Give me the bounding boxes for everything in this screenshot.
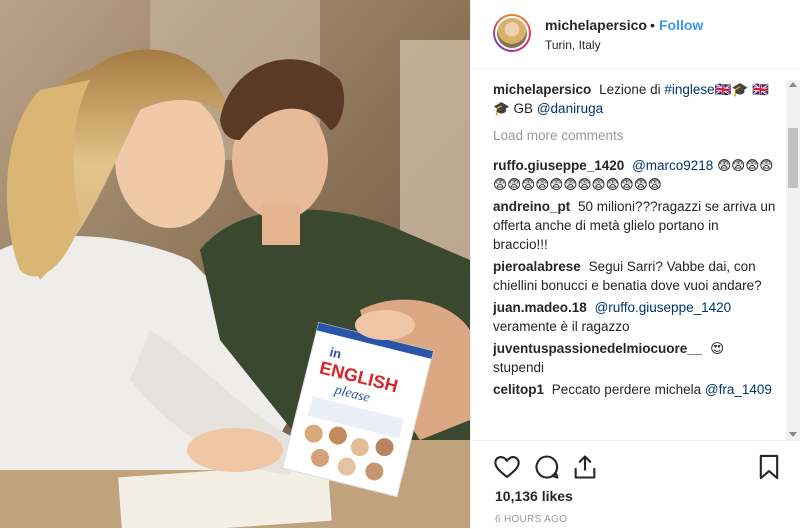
header-separator: • — [650, 17, 655, 33]
comment-username[interactable]: juan.madeo.18 — [493, 300, 587, 315]
caption: michelapersico Lezione di #inglese🇬🇧🎓 🇬🇧… — [493, 80, 777, 118]
post-photo[interactable]: in ENGLISH please — [0, 0, 470, 528]
post-actions: 10,136 likes 6 HOURS AGO — [471, 440, 800, 529]
comment-text: veramente è il ragazzo — [493, 319, 630, 334]
comment-item: juventuspassionedelmiocuore__ 😍 stupendi — [493, 339, 777, 377]
comments-list[interactable]: michelapersico Lezione di #inglese🇬🇧🎓 🇬🇧… — [493, 80, 777, 438]
share-icon[interactable] — [571, 453, 599, 481]
avatar-image — [497, 18, 527, 48]
comments-scrollbar[interactable] — [786, 80, 800, 440]
bookmark-icon[interactable] — [755, 453, 783, 481]
scroll-up-arrow-icon[interactable] — [789, 82, 797, 87]
comment-text: Peccato perdere michela — [551, 382, 702, 397]
heart-icon[interactable] — [493, 453, 521, 481]
comment-item: andreino_pt 50 milioni???ragazzi se arri… — [493, 197, 777, 254]
post-timestamp[interactable]: 6 HOURS AGO — [495, 514, 567, 525]
comment-mention[interactable]: @ruffo.giuseppe_1420 — [595, 300, 732, 315]
comment-username[interactable]: andreino_pt — [493, 199, 570, 214]
caption-text: Lezione di — [599, 82, 661, 97]
follow-button[interactable]: Follow — [659, 17, 703, 33]
comment-item: juan.madeo.18 @ruffo.giuseppe_1420 veram… — [493, 298, 777, 336]
comment-mention[interactable]: @marco9218 — [632, 158, 713, 173]
post-details-panel: michelapersico • Follow Turin, Italy mic… — [470, 0, 800, 528]
comment-username[interactable]: celitop1 — [493, 382, 544, 397]
comment-username[interactable]: pieroalabrese — [493, 259, 581, 274]
scroll-down-arrow-icon[interactable] — [789, 432, 797, 437]
post-header: michelapersico • Follow Turin, Italy — [471, 0, 800, 69]
comment-item: pieroalabrese Segui Sarri? Vabbe dai, co… — [493, 257, 777, 295]
scrollbar-thumb[interactable] — [788, 128, 798, 188]
avatar[interactable] — [493, 14, 531, 52]
location-link[interactable]: Turin, Italy — [545, 38, 601, 52]
caption-hashtag[interactable]: #inglese🇬🇧🎓 — [664, 82, 748, 97]
post-photo-image: in ENGLISH please — [0, 0, 470, 528]
comment-mention[interactable]: @fra_1409 — [705, 382, 772, 397]
load-more-comments-button[interactable]: Load more comments — [493, 126, 777, 145]
caption-username[interactable]: michelapersico — [493, 82, 591, 97]
comment-username[interactable]: juventuspassionedelmiocuore__ — [493, 341, 702, 356]
likes-count[interactable]: 10,136 likes — [495, 488, 573, 504]
caption-mention[interactable]: @daniruga — [537, 101, 603, 116]
avatar-ring — [495, 16, 529, 50]
comment-item: ruffo.giuseppe_1420 @marco9218 😨😨😨😨😨😨😨😨😨… — [493, 156, 777, 194]
comment-icon[interactable] — [533, 453, 561, 481]
header-username[interactable]: michelapersico — [545, 17, 647, 33]
comment-username[interactable]: ruffo.giuseppe_1420 — [493, 158, 624, 173]
comment-item: celitop1 Peccato perdere michela @fra_14… — [493, 380, 777, 399]
